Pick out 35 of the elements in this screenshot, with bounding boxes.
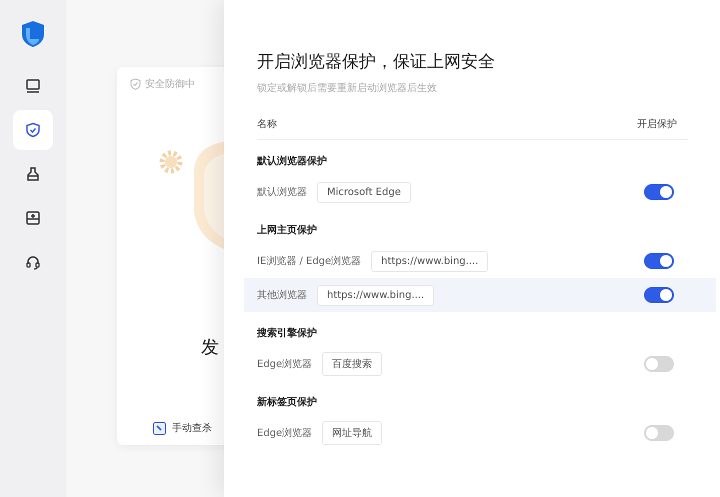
status-text: 安全防御中 xyxy=(145,78,195,91)
value-field[interactable]: 网址导航 xyxy=(322,421,382,445)
section-heading: 默认浏览器保护 xyxy=(257,154,328,168)
toggle-switch[interactable] xyxy=(644,253,674,269)
section-heading: 搜索引擎保护 xyxy=(257,326,318,340)
toggle-switch[interactable] xyxy=(644,425,674,441)
value-field[interactable]: https://www.bing.... xyxy=(371,250,488,272)
column-header: 开启保护 xyxy=(637,118,677,131)
sidebar-item[interactable] xyxy=(13,110,53,150)
value-field[interactable]: https://www.bing.... xyxy=(317,284,434,306)
gear-icon xyxy=(158,149,184,175)
toggle-switch[interactable] xyxy=(644,287,674,303)
shield-logo-icon xyxy=(20,20,46,48)
toggle-switch[interactable] xyxy=(644,184,674,200)
browser-label: IE浏览器 / Edge浏览器 xyxy=(257,254,362,268)
headset-icon xyxy=(25,254,41,270)
panel-title: 开启浏览器保护，保证上网安全 xyxy=(257,51,496,73)
shield-check-icon xyxy=(25,122,41,138)
manual-scan-button[interactable]: 手动查杀 xyxy=(153,421,212,435)
toggle-switch[interactable] xyxy=(644,356,674,372)
browser-label: Edge浏览器 xyxy=(257,358,312,371)
shield-check-icon xyxy=(130,78,141,90)
toolbox-icon xyxy=(25,210,41,226)
browser-label: 其他浏览器 xyxy=(257,288,307,302)
column-header: 名称 xyxy=(257,118,277,131)
section-heading: 新标签页保护 xyxy=(257,395,318,409)
value-field[interactable]: Microsoft Edge xyxy=(317,182,411,202)
monitor-icon xyxy=(25,78,41,94)
section-heading: 上网主页保护 xyxy=(257,223,318,237)
panel-subtitle: 锁定或解锁后需要重新启动浏览器后生效 xyxy=(257,82,438,95)
value-field[interactable]: 百度搜索 xyxy=(322,352,382,376)
result-heading: 发 xyxy=(201,336,219,359)
browser-label: 默认浏览器 xyxy=(257,186,307,199)
browser-label: Edge浏览器 xyxy=(257,426,312,440)
broom-icon xyxy=(25,166,41,182)
